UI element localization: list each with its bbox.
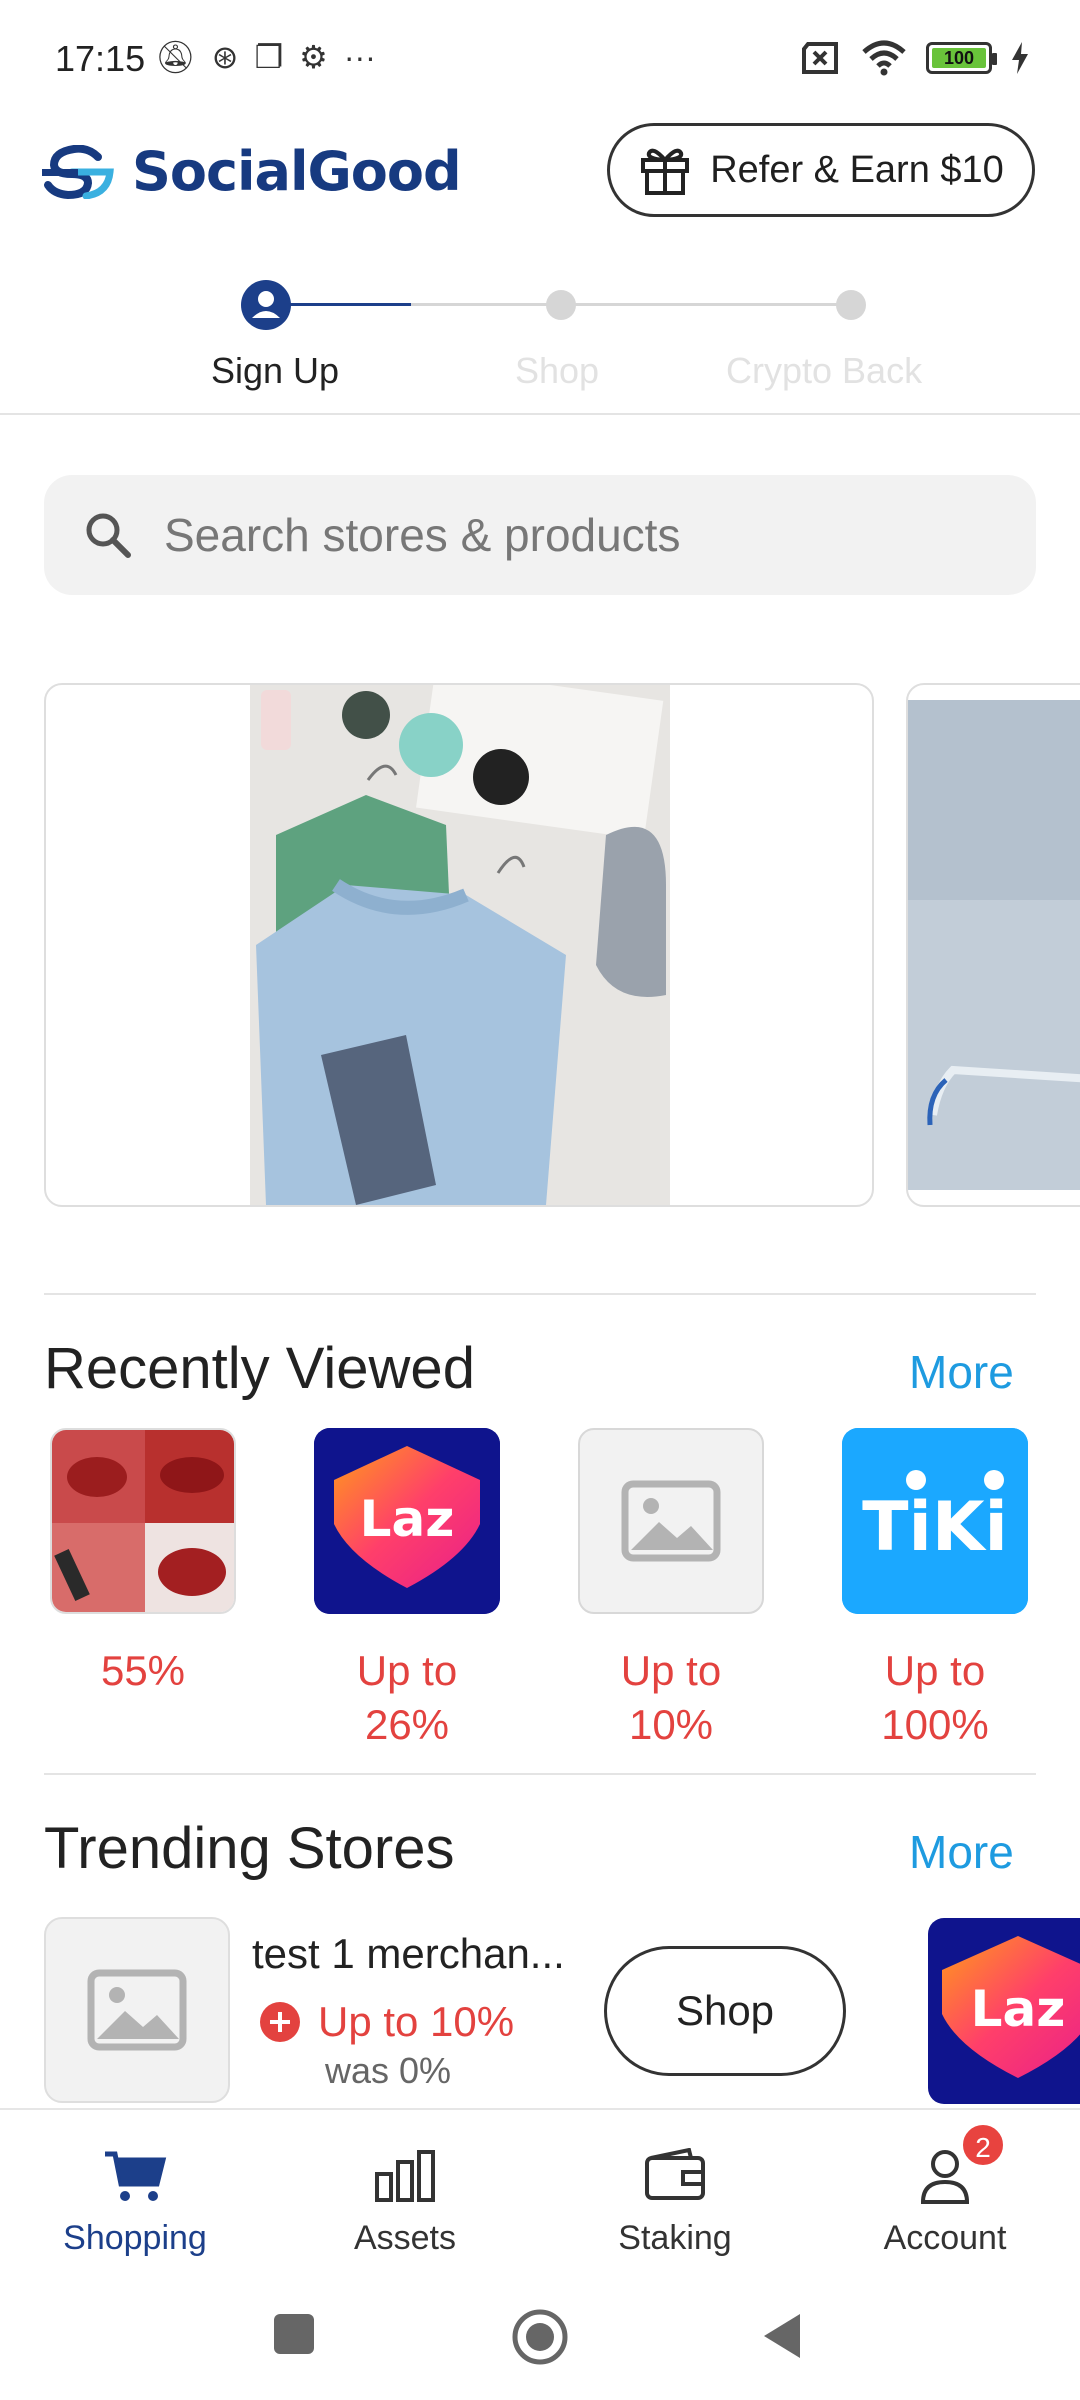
gift-icon (641, 148, 690, 195)
recently-viewed-rate: Up to 10% (620, 1647, 722, 1748)
search-icon (86, 513, 131, 558)
status-bar: 17:15 🔕︎ ⊛ ❐ ⚙ ··· 100 (0, 0, 1080, 120)
status-time: 17:15 (55, 38, 146, 79)
lazada-logo: Laz (928, 1918, 1080, 2104)
socialgood-logo-icon (42, 144, 114, 199)
back-icon[interactable] (760, 2312, 804, 2360)
trending-stores-title: Trending Stores (44, 1816, 455, 1881)
wifi-icon (862, 40, 906, 76)
promo-banner-next[interactable] (906, 683, 1080, 1207)
more-notifications-icon: ··· (343, 38, 376, 75)
recently-viewed-item[interactable]: 55% (50, 1428, 236, 1698)
notification-badge: 2 (960, 2122, 1006, 2168)
nav-account-label: Account (883, 2219, 1007, 2257)
refer-earn-button[interactable]: Refer & Earn $10 (607, 123, 1035, 217)
trending-store-next[interactable]: Laz (928, 1918, 1080, 2104)
lipstick-product-image (50, 1428, 236, 1614)
recents-icon[interactable] (272, 2312, 316, 2356)
charging-icon (1012, 42, 1028, 74)
trending-stores-more-link[interactable]: More (909, 1825, 1014, 1879)
placeholder-image-icon (578, 1428, 764, 1614)
app-name: SocialGood (132, 140, 462, 203)
search-bar[interactable] (44, 475, 1036, 595)
clothing-banner-image (250, 685, 670, 1205)
system-navigation-bar (0, 2290, 1080, 2400)
svg-text:Laz: Laz (360, 1490, 455, 1548)
wallet-icon (645, 2147, 705, 2200)
lazada-logo: Laz (314, 1428, 500, 1614)
step-remaining-line (411, 303, 851, 306)
app-notification-icon: ❐ (254, 39, 284, 75)
app-header: SocialGood Refer & Earn $10 (0, 120, 1080, 220)
recently-viewed-item[interactable]: Up to 10% (578, 1428, 764, 1752)
shop-button[interactable]: Shop (604, 1946, 846, 2076)
store-name[interactable]: test 1 merchan... (252, 1930, 565, 1978)
nav-assets[interactable]: Assets (270, 2110, 540, 2290)
store-rate: Up to 10% (260, 1998, 514, 2046)
recently-viewed-rate: Up to 26% (356, 1647, 458, 1748)
bar-chart-icon (375, 2150, 435, 2202)
recently-viewed-more-link[interactable]: More (909, 1345, 1014, 1399)
store-placeholder-image-icon[interactable] (44, 1917, 230, 2103)
step-signup-label: Sign Up (211, 350, 340, 391)
store-was-rate: was 0% (325, 2050, 452, 2091)
cart-icon (105, 2151, 167, 2201)
recently-viewed-item[interactable]: Laz Up to 26% (314, 1428, 500, 1752)
recently-viewed-rate: 55% (100, 1647, 186, 1694)
svg-text:Laz: Laz (971, 1980, 1066, 2038)
search-input[interactable] (164, 508, 964, 562)
nav-staking[interactable]: Staking (540, 2110, 810, 2290)
promo-banner[interactable] (44, 683, 874, 1207)
battery-icon: 100 (926, 42, 997, 74)
person-icon (252, 291, 280, 318)
plus-circle-icon (260, 2002, 300, 2042)
section-divider (44, 1773, 1036, 1775)
vpn-icon: ⊛ (211, 39, 239, 75)
step-signup-dot (241, 280, 291, 330)
nav-shopping-label: Shopping (63, 2219, 207, 2257)
onboarding-stepper: Sign Up Shop Crypto Back (0, 270, 1080, 415)
nav-assets-label: Assets (353, 2219, 457, 2257)
tiki-logo: TiKi (842, 1428, 1028, 1614)
home-icon[interactable] (511, 2308, 569, 2366)
mute-notification-icon: 🔕︎ (155, 39, 196, 75)
store-rate-label: Up to 10% (318, 1998, 515, 2045)
nav-shopping[interactable]: Shopping (0, 2110, 270, 2290)
recently-viewed-title: Recently Viewed (44, 1336, 475, 1401)
step-shop-label: Shop (515, 350, 600, 391)
bottom-navigation: Shopping Assets Staking 2 Account (0, 2108, 1080, 2288)
settings-icon: ⚙ (299, 39, 328, 75)
socialgood-logo[interactable]: SocialGood (42, 140, 462, 203)
section-divider (44, 1293, 1036, 1295)
refer-earn-label: Refer & Earn $10 (710, 148, 1004, 191)
nav-account[interactable]: 2 Account (810, 2110, 1080, 2290)
nav-staking-label: Staking (618, 2219, 732, 2257)
step-cryptoback-dot (836, 290, 866, 320)
step-cryptoback-label: Crypto Back (726, 350, 923, 391)
airplane-banner-image (908, 700, 1080, 1190)
step-shop-dot (546, 290, 576, 320)
svg-text:TiKi: TiKi (862, 1488, 1008, 1567)
no-sim-icon (802, 42, 838, 74)
recently-viewed-item[interactable]: TiKi Up to 100% (842, 1428, 1028, 1752)
recently-viewed-rate: Up to 100% (881, 1647, 989, 1748)
